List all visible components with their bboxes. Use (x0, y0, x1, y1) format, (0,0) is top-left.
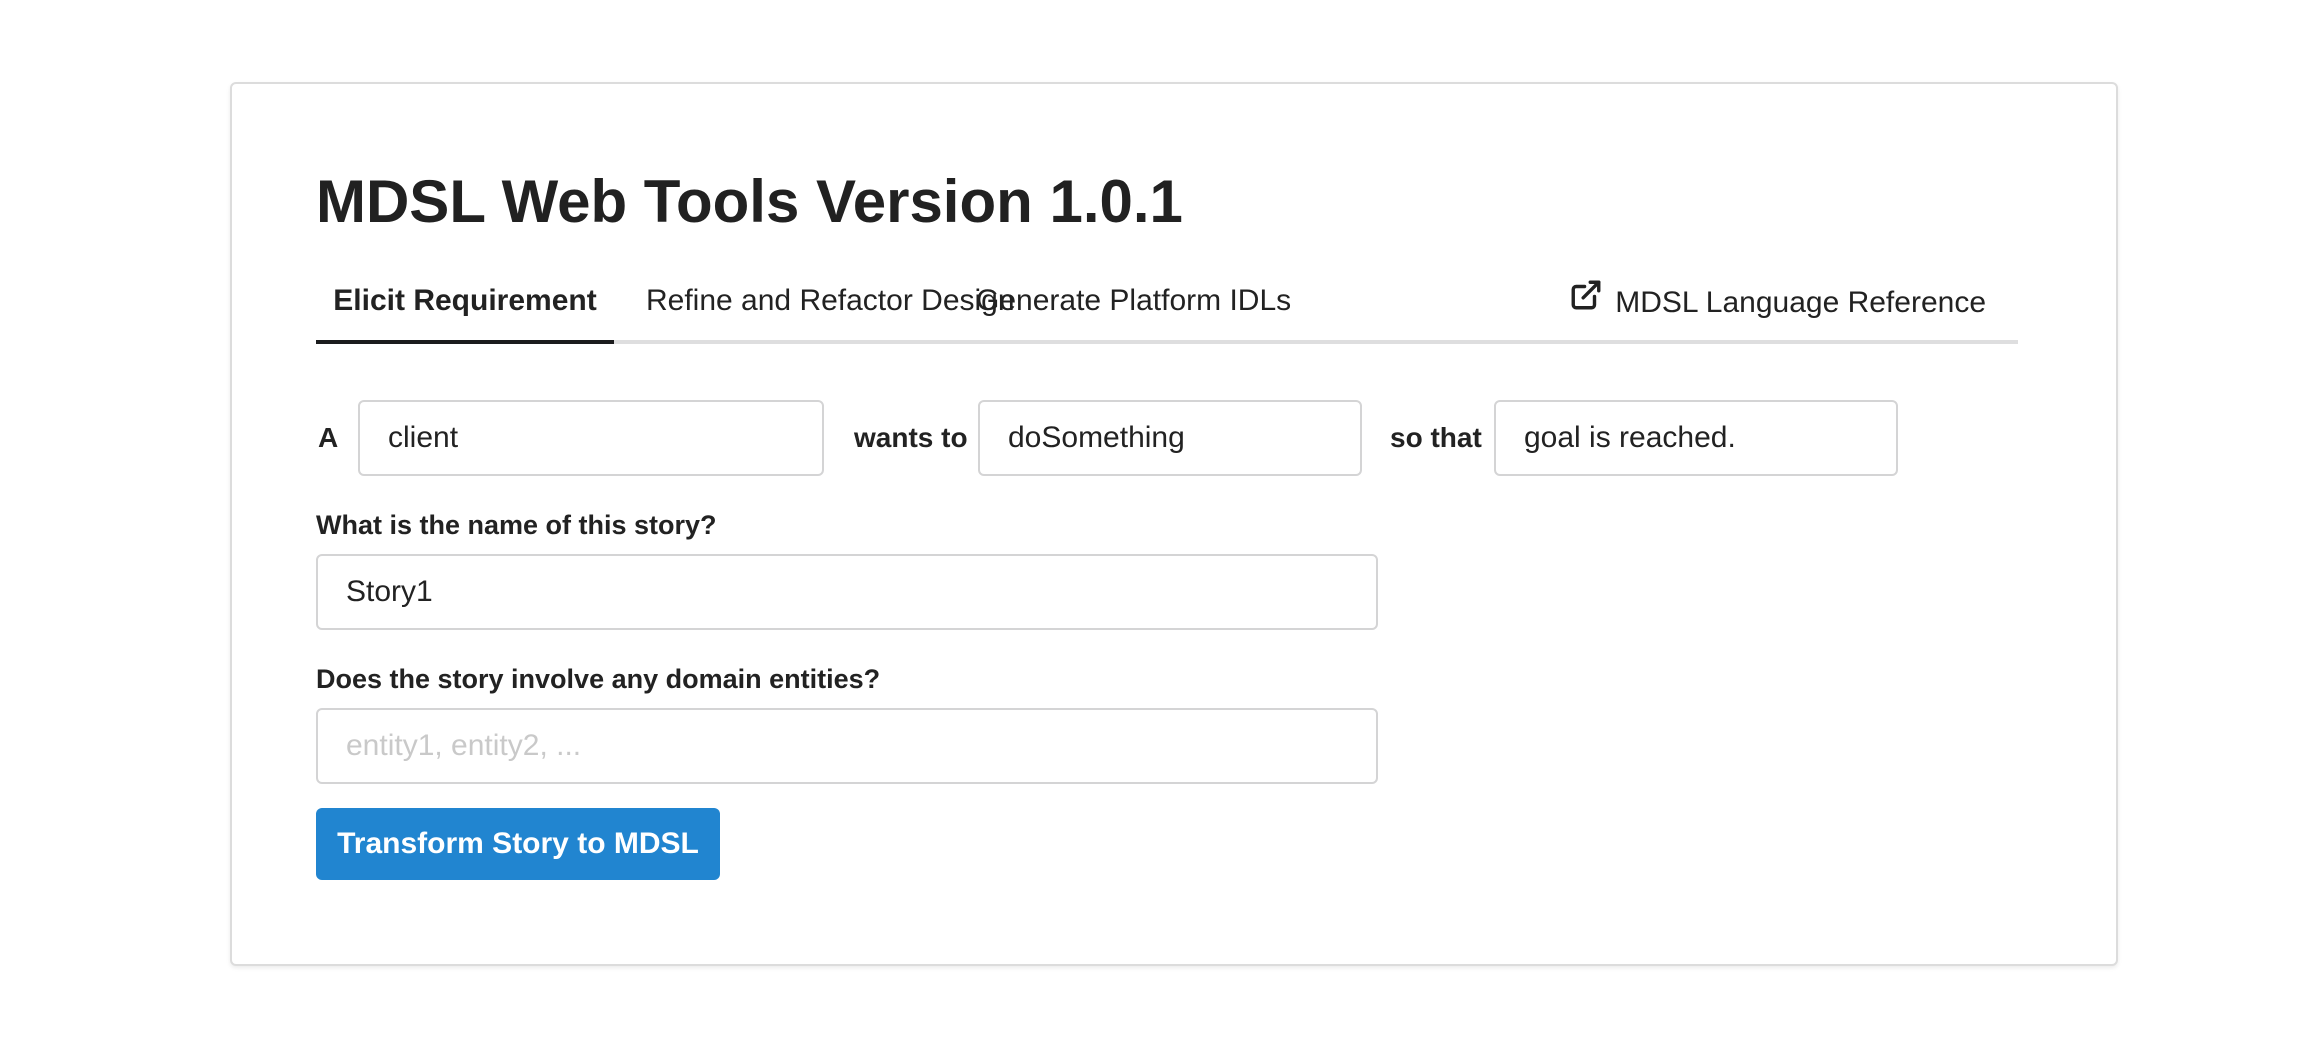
tab-generate-platform-idls[interactable]: Generate Platform IDLs (976, 262, 1291, 344)
action-input[interactable] (978, 400, 1362, 476)
story-name-input[interactable] (316, 554, 1378, 630)
main-card: MDSL Web Tools Version 1.0.1 Elicit Requ… (230, 82, 2118, 966)
role-input[interactable] (358, 400, 824, 476)
page-title: MDSL Web Tools Version 1.0.1 (316, 168, 1183, 235)
wants-to-label: wants to (854, 422, 968, 453)
goal-input[interactable] (1494, 400, 1898, 476)
tab-bar: Elicit Requirement Refine and Refactor D… (316, 262, 2018, 344)
tab-refine-refactor-design[interactable]: Refine and Refactor Design (646, 262, 1015, 344)
tab-elicit-requirement[interactable]: Elicit Requirement (316, 262, 614, 344)
story-name-label: What is the name of this story? (316, 510, 717, 540)
so-that-label: so that (1390, 422, 1482, 453)
tab-mdsl-language-reference-label: MDSL Language Reference (1615, 286, 1986, 319)
domain-entities-label: Does the story involve any domain entiti… (316, 664, 881, 694)
external-link-icon (1569, 264, 1615, 342)
transform-story-button[interactable]: Transform Story to MDSL (316, 808, 720, 880)
domain-entities-input[interactable] (316, 708, 1378, 784)
role-prefix-label: A (318, 422, 339, 453)
tab-mdsl-language-reference[interactable]: MDSL Language Reference (1569, 262, 1986, 344)
